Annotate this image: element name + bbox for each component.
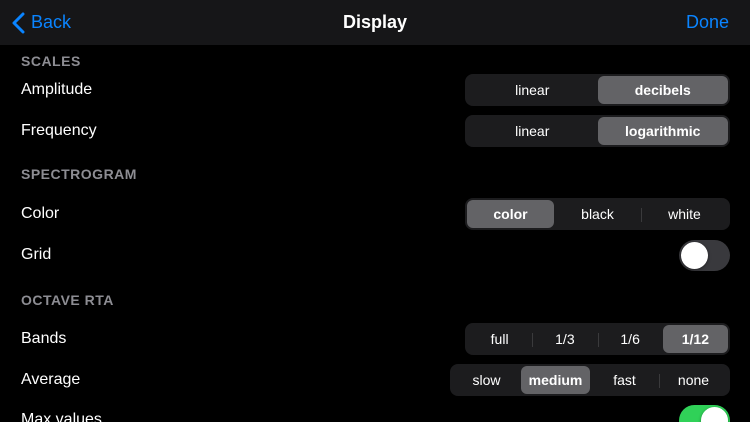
bands-option-full[interactable]: full: [467, 325, 532, 353]
page-title: Display: [342, 12, 408, 32]
average-option-fast[interactable]: fast: [590, 366, 659, 394]
navigation-bar: Back Display Done: [0, 0, 750, 45]
frequency-label: Frequency: [21, 122, 97, 139]
max-values-label: Max values: [21, 411, 102, 422]
frequency-option-logarithmic[interactable]: logarithmic: [597, 117, 728, 145]
back-label: Back: [31, 12, 72, 32]
section-header-scales: SCALES: [21, 53, 81, 69]
color-option-black[interactable]: black: [554, 200, 641, 228]
frequency-segmented-control: linear logarithmic: [465, 115, 730, 147]
amplitude-segmented-control: linear decibels: [465, 74, 730, 106]
color-segmented-control: color black white: [465, 198, 730, 230]
back-button[interactable]: Back: [12, 0, 71, 45]
bands-segmented-control: full 1/3 1/6 1/12: [465, 323, 730, 355]
average-segmented-control: slow medium fast none: [450, 364, 730, 396]
bands-label: Bands: [21, 330, 67, 347]
grid-toggle[interactable]: [679, 240, 730, 271]
bands-option-1-12[interactable]: 1/12: [662, 325, 728, 353]
bands-option-1-3[interactable]: 1/3: [532, 325, 597, 353]
color-option-white[interactable]: white: [641, 200, 728, 228]
average-option-medium[interactable]: medium: [521, 366, 590, 394]
average-option-slow[interactable]: slow: [452, 366, 521, 394]
grid-label: Grid: [21, 246, 52, 263]
toggle-knob: [681, 242, 708, 269]
amplitude-label: Amplitude: [21, 81, 93, 98]
amplitude-option-decibels[interactable]: decibels: [597, 76, 728, 104]
average-option-none[interactable]: none: [659, 366, 728, 394]
section-header-spectrogram: SPECTROGRAM: [21, 166, 137, 182]
done-button[interactable]: Done: [686, 0, 729, 45]
amplitude-option-linear[interactable]: linear: [467, 76, 598, 104]
color-option-color[interactable]: color: [467, 200, 554, 228]
average-label: Average: [21, 371, 81, 388]
display-settings-screen: Back Display Done SCALES Amplitude linea…: [0, 0, 750, 422]
max-values-toggle[interactable]: [679, 405, 730, 422]
section-header-octave-rta: OCTAVE RTA: [21, 292, 114, 308]
chevron-left-icon: [12, 12, 25, 34]
color-label: Color: [21, 205, 60, 222]
frequency-option-linear[interactable]: linear: [467, 117, 598, 145]
bands-option-1-6[interactable]: 1/6: [597, 325, 663, 353]
toggle-knob: [701, 407, 728, 422]
